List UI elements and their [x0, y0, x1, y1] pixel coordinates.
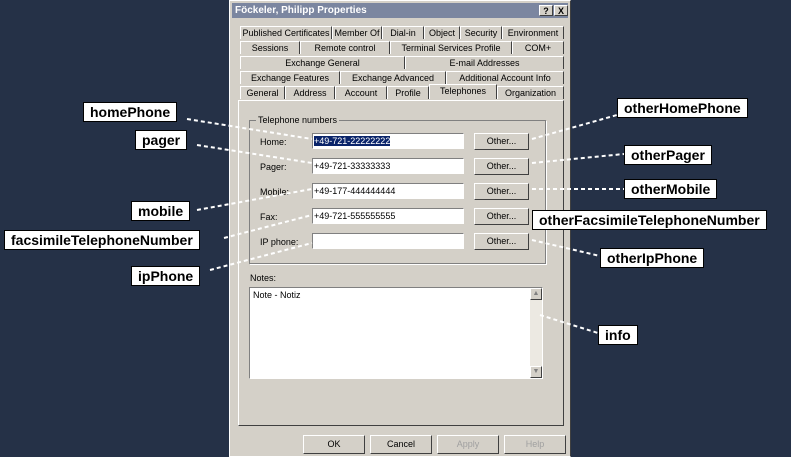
- callout-otherMobile: otherMobile: [624, 179, 718, 199]
- apply-button[interactable]: Apply: [437, 435, 499, 454]
- tab-email-addresses[interactable]: E-mail Addresses: [405, 56, 564, 69]
- callout-mobile: mobile: [131, 201, 191, 221]
- tab-sessions[interactable]: Sessions: [240, 41, 300, 54]
- callout-ipPhone: ipPhone: [131, 266, 201, 286]
- callout-otherIpPhone: otherIpPhone: [600, 248, 705, 268]
- tab-object[interactable]: Object: [424, 26, 460, 39]
- callout-otherFacsimileTelephoneNumber: otherFacsimileTelephoneNumber: [532, 210, 767, 230]
- tab-published-certificates[interactable]: Published Certificates: [240, 26, 332, 39]
- tab-address[interactable]: Address: [285, 86, 335, 99]
- mobile-other-button[interactable]: Other...: [474, 183, 529, 200]
- callout-info: info: [598, 325, 638, 345]
- pager-label: Pager:: [260, 162, 287, 172]
- tab-remote-control[interactable]: Remote control: [300, 41, 390, 54]
- ip-phone-label: IP phone:: [260, 237, 299, 247]
- fax-other-button[interactable]: Other...: [474, 208, 529, 225]
- properties-dialog: Föckeler, Philipp Properties ? X Publish…: [229, 0, 571, 457]
- mobile-label: Mobile:: [260, 187, 290, 197]
- window-title: Föckeler, Philipp Properties: [235, 5, 367, 16]
- tab-general[interactable]: General: [240, 86, 285, 99]
- tab-profile[interactable]: Profile: [387, 86, 429, 99]
- scroll-up-arrow-icon[interactable]: ▲: [530, 288, 542, 300]
- notes-label: Notes:: [250, 273, 277, 283]
- ip-phone-other-button[interactable]: Other...: [474, 233, 529, 250]
- home-label: Home:: [260, 137, 287, 147]
- tab-additional-account-info[interactable]: Additional Account Info: [446, 71, 564, 84]
- home-other-button[interactable]: Other...: [474, 133, 529, 150]
- callout-otherPager: otherPager: [624, 145, 712, 165]
- callout-pager: pager: [135, 130, 188, 150]
- tab-com-plus[interactable]: COM+: [512, 41, 564, 54]
- ip-phone-field[interactable]: [312, 233, 464, 249]
- tab-member-of[interactable]: Member Of: [332, 26, 382, 39]
- callout-otherHomePhone: otherHomePhone: [617, 98, 748, 118]
- notes-scrollbar[interactable]: ▲ ▼: [530, 288, 542, 378]
- fax-label: Fax:: [260, 212, 278, 222]
- tab-organization[interactable]: Organization: [497, 86, 564, 99]
- cancel-button[interactable]: Cancel: [370, 435, 432, 454]
- tab-security[interactable]: Security: [460, 26, 502, 39]
- tab-exchange-advanced[interactable]: Exchange Advanced: [340, 71, 446, 84]
- ok-button[interactable]: OK: [303, 435, 365, 454]
- scroll-down-arrow-icon[interactable]: ▼: [530, 366, 542, 378]
- close-title-button[interactable]: X: [554, 5, 568, 16]
- pager-other-button[interactable]: Other...: [474, 158, 529, 175]
- callout-facsimileTelephoneNumber: facsimileTelephoneNumber: [4, 230, 200, 250]
- tab-environment[interactable]: Environment: [502, 26, 564, 39]
- tab-exchange-features[interactable]: Exchange Features: [240, 71, 340, 84]
- mobile-field[interactable]: +49-177-444444444: [312, 183, 464, 199]
- tab-telephones[interactable]: Telephones: [429, 84, 497, 99]
- home-phone-field[interactable]: +49-721-22222222: [312, 133, 464, 149]
- notes-textarea[interactable]: Note - Notiz ▲ ▼: [249, 287, 543, 379]
- fax-field[interactable]: +49-721-555555555: [312, 208, 464, 224]
- help-title-button[interactable]: ?: [539, 5, 553, 16]
- tab-exchange-general[interactable]: Exchange General: [240, 56, 405, 69]
- tab-terminal-services-profile[interactable]: Terminal Services Profile: [390, 41, 512, 54]
- pager-field[interactable]: +49-721-33333333: [312, 158, 464, 174]
- tab-account[interactable]: Account: [335, 86, 387, 99]
- callout-homePhone: homePhone: [83, 102, 178, 122]
- title-bar: Föckeler, Philipp Properties ? X: [232, 3, 568, 18]
- telephone-numbers-label: Telephone numbers: [256, 115, 340, 125]
- notes-value: Note - Notiz: [253, 290, 301, 300]
- tab-dial-in[interactable]: Dial-in: [382, 26, 424, 39]
- help-button[interactable]: Help: [504, 435, 566, 454]
- home-phone-value: +49-721-22222222: [314, 136, 391, 146]
